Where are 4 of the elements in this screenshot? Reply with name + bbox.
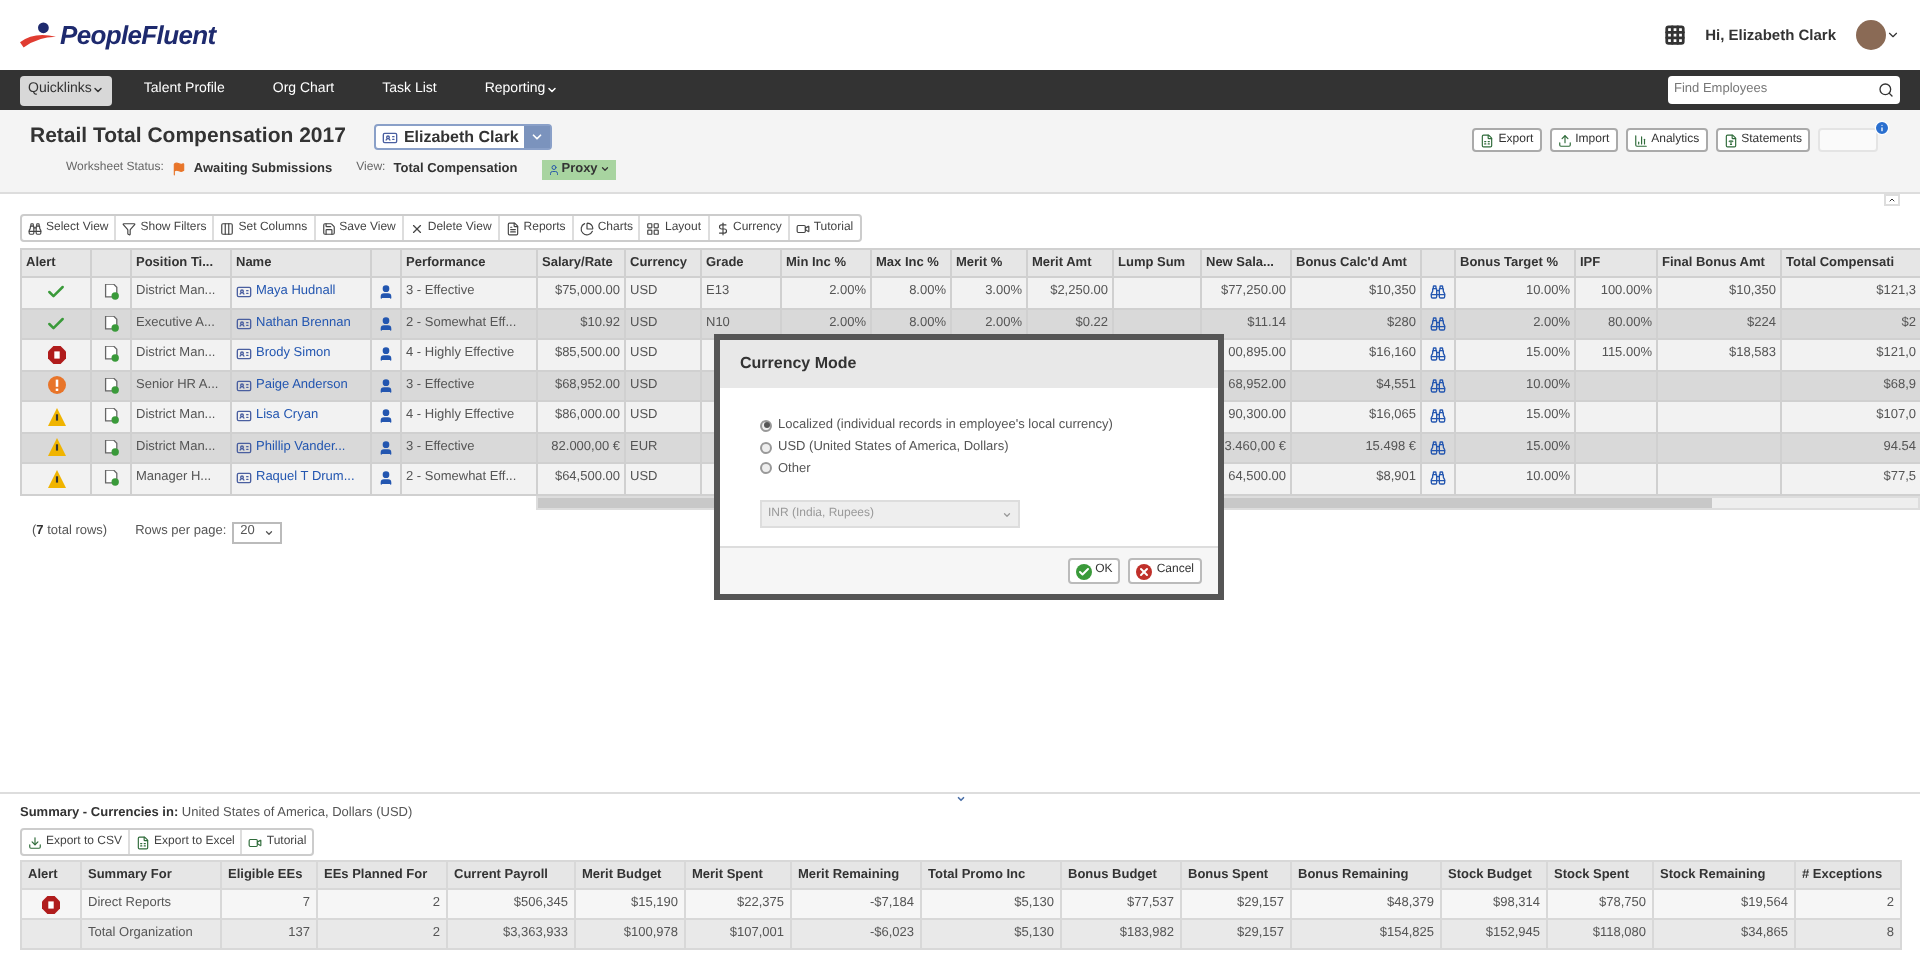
employee-selector[interactable]: Elizabeth Clark [373,124,553,151]
dialog-title: Currency Mode [740,352,857,376]
logo-text: PeopleFluent [60,17,216,54]
worksheet-title: Retail Total Compensation 2017 [30,122,346,152]
